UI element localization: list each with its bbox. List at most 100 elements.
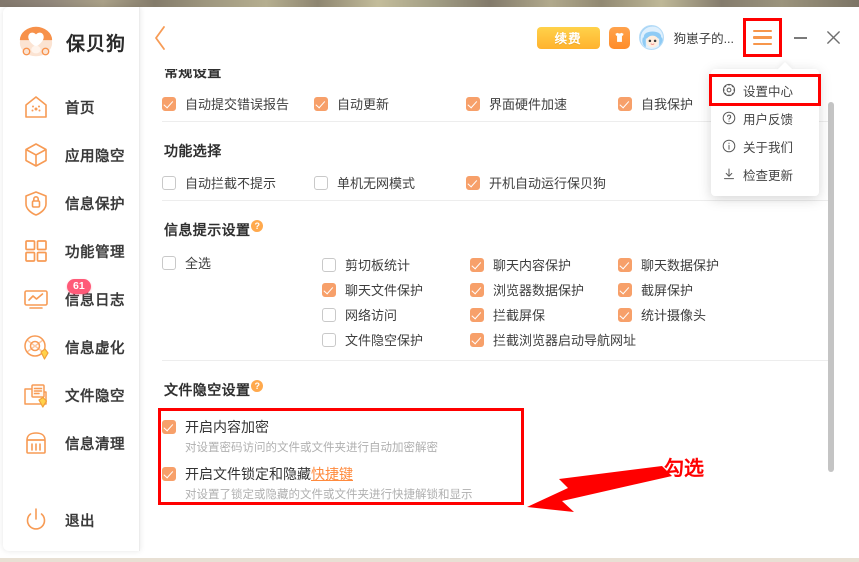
checkbox-box[interactable] — [162, 420, 176, 434]
question-badge-icon[interactable]: ? — [251, 380, 264, 393]
folder-file-icon — [21, 380, 51, 410]
sidebar-item-info-protect[interactable]: 信息保护 — [3, 179, 139, 227]
checkbox-browser-data-protect[interactable]: 浏览器数据保护 — [470, 277, 618, 302]
checkbox-offline-mode[interactable]: 单机无网模式 — [314, 173, 466, 192]
chevron-left-icon[interactable] — [149, 22, 171, 54]
desktop-wallpaper-strip — [0, 0, 859, 7]
checkbox-box[interactable] — [618, 307, 632, 322]
renew-button[interactable]: 续费 — [536, 26, 600, 49]
checkbox-box[interactable] — [322, 332, 336, 347]
checkbox-content-encrypt[interactable]: 开启内容加密 — [162, 417, 829, 437]
status-badge: 61 — [67, 279, 91, 294]
cube-icon — [21, 140, 51, 170]
checkbox-box[interactable] — [470, 282, 484, 297]
checkbox-box[interactable] — [322, 282, 336, 297]
checkbox-file-hide-protect[interactable]: 文件隐空保护 — [322, 327, 470, 352]
checkbox-box[interactable] — [470, 307, 484, 322]
checkbox-label: 自我保护 — [641, 97, 694, 112]
checkbox-no-intercept-prompt[interactable]: 自动拦截不提示 — [162, 173, 314, 192]
checkbox-chat-content-protect[interactable]: 聊天内容保护 — [470, 252, 618, 277]
checkbox-box[interactable] — [314, 175, 328, 190]
checkbox-box[interactable] — [314, 96, 328, 111]
checkbox-block-browser-startup-url[interactable]: 拦截浏览器启动导航网址 — [470, 327, 636, 352]
checkbox-auto-update[interactable]: 自动更新 — [314, 94, 466, 113]
dog-logo-icon — [17, 23, 55, 61]
menu-item-settings-center[interactable]: 设置中心 — [709, 74, 821, 106]
username-label[interactable]: 狗崽子的... — [674, 28, 734, 47]
checkbox-camera-stats[interactable]: 统计摄像头 — [618, 302, 798, 327]
checkbox-clipboard-stats[interactable]: 剪切板统计 — [322, 252, 470, 277]
checkbox-hardware-accel[interactable]: 界面硬件加速 — [466, 94, 618, 113]
close-icon[interactable] — [821, 25, 845, 51]
sidebar-item-info-log[interactable]: 信息日志 61 — [3, 275, 139, 323]
topbar: 续费 狗崽子的... — [140, 7, 859, 69]
sidebar-item-file-hide[interactable]: 文件隐空 — [3, 371, 139, 419]
checkbox-box[interactable] — [322, 307, 336, 322]
checkbox-select-all[interactable]: 全选 — [162, 253, 322, 272]
checkbox-box[interactable] — [162, 96, 176, 111]
checkbox-box[interactable] — [322, 257, 336, 272]
checkbox-chat-file-protect[interactable]: 聊天文件保护 — [322, 277, 470, 302]
sidebar-item-home[interactable]: 首页 — [3, 83, 139, 131]
content-scrollbar-thumb[interactable] — [828, 102, 834, 472]
shortcut-key-link[interactable]: 快捷键 — [311, 464, 353, 484]
checkbox-network-access[interactable]: 网络访问 — [322, 302, 470, 327]
topbar-actions: 续费 狗崽子的... — [536, 18, 845, 57]
checkbox-autorun-on-boot[interactable]: 开机自动运行保贝狗 — [466, 173, 618, 192]
minimize-icon[interactable] — [788, 25, 812, 51]
section-title-tips: 信息提示设置? — [164, 220, 264, 240]
checkbox-box[interactable] — [470, 332, 484, 347]
application-window: 保贝狗 首页 应用隐空 信息保护 功能管理 信息日志 61 信息虚化 文件隐空 … — [0, 7, 859, 558]
sidebar-item-app-hide[interactable]: 应用隐空 — [3, 131, 139, 179]
checkbox-chat-data-protect[interactable]: 聊天数据保护 — [618, 252, 798, 277]
checkbox-box[interactable] — [618, 96, 632, 111]
hamburger-menu-icon[interactable] — [743, 18, 782, 57]
avatar[interactable] — [638, 25, 664, 50]
menu-item-check-update[interactable]: 检查更新 — [711, 160, 819, 188]
broom-clean-icon — [21, 428, 51, 458]
checkbox-block-screensaver[interactable]: 拦截屏保 — [470, 302, 618, 327]
checkbox-box[interactable] — [470, 257, 484, 272]
checkbox-screenshot-protect[interactable]: 截屏保护 — [618, 277, 798, 302]
menu-item-label: 用户反馈 — [743, 112, 794, 127]
checkbox-auto-error-report[interactable]: 自动提交错误报告 — [162, 94, 314, 113]
checkbox-lock-and-hide[interactable]: 开启文件锁定和隐藏 快捷键 — [162, 464, 829, 484]
section-title-file-hide-text: 文件隐空设置 — [164, 382, 251, 398]
menu-item-about-us[interactable]: 关于我们 — [711, 132, 819, 160]
checkbox-label: 自动提交错误报告 — [185, 97, 290, 112]
sidebar-item-info-blur[interactable]: 信息虚化 — [3, 323, 139, 371]
content-scrollbar-track[interactable] — [828, 102, 834, 506]
file-hide-options: 开启内容加密 对设置密码访问的文件或文件夹进行自动加密解密 开启文件锁定和隐藏快… — [158, 408, 829, 508]
checkbox-box[interactable] — [466, 96, 480, 111]
logout-button[interactable]: 退出 — [21, 505, 95, 535]
checkbox-label: 截屏保护 — [641, 283, 694, 298]
tips-select-all-col: 全选 — [162, 252, 322, 272]
power-icon — [21, 505, 51, 535]
section-file-hide: 文件隐空设置? 开启内容加密 对设置密码访问的文件或文件夹进行自动加密解密 开启… — [158, 365, 829, 512]
checkbox-label: 文件隐空保护 — [345, 333, 424, 348]
tips-column-2: 聊天内容保护 浏览器数据保护 拦截屏保 拦截浏览器启动导航网址 — [470, 252, 636, 352]
checkbox-box[interactable] — [618, 257, 632, 272]
sidebar-item-label: 信息虚化 — [65, 340, 125, 357]
sidebar-item-feature-mgmt[interactable]: 功能管理 — [3, 227, 139, 275]
checkbox-box[interactable] — [162, 255, 176, 270]
checkbox-label: 剪切板统计 — [345, 258, 411, 273]
question-circle-icon — [722, 111, 736, 125]
sidebar-item-info-clean[interactable]: 信息清理 — [3, 419, 139, 467]
file-option-lock-hide: 开启文件锁定和隐藏 快捷键 对设置了锁定或隐藏的文件或文件夹进行快捷解锁和显示 — [162, 461, 829, 508]
question-badge-icon[interactable]: ? — [251, 220, 264, 233]
menu-item-user-feedback[interactable]: 用户反馈 — [711, 104, 819, 132]
download-icon — [722, 167, 736, 181]
checkbox-box[interactable] — [618, 282, 632, 297]
checkbox-box[interactable] — [162, 175, 176, 190]
checkbox-label: 自动更新 — [337, 97, 390, 112]
checkbox-box[interactable] — [162, 467, 176, 481]
checkbox-box[interactable] — [466, 175, 480, 190]
section-tips: 信息提示设置? 全选 剪切板统计 聊天文件保护 网络访问 文件隐空保护 聊天内容… — [162, 205, 829, 365]
sidebar-item-label: 首页 — [65, 100, 95, 117]
tshirt-gift-icon[interactable] — [608, 26, 630, 49]
app-root: 保贝狗 首页 应用隐空 信息保护 功能管理 信息日志 61 信息虚化 文件隐空 … — [0, 0, 859, 562]
checkbox-label: 统计摄像头 — [641, 308, 707, 323]
logout-label: 退出 — [65, 513, 95, 530]
menu-item-label: 检查更新 — [743, 168, 794, 183]
